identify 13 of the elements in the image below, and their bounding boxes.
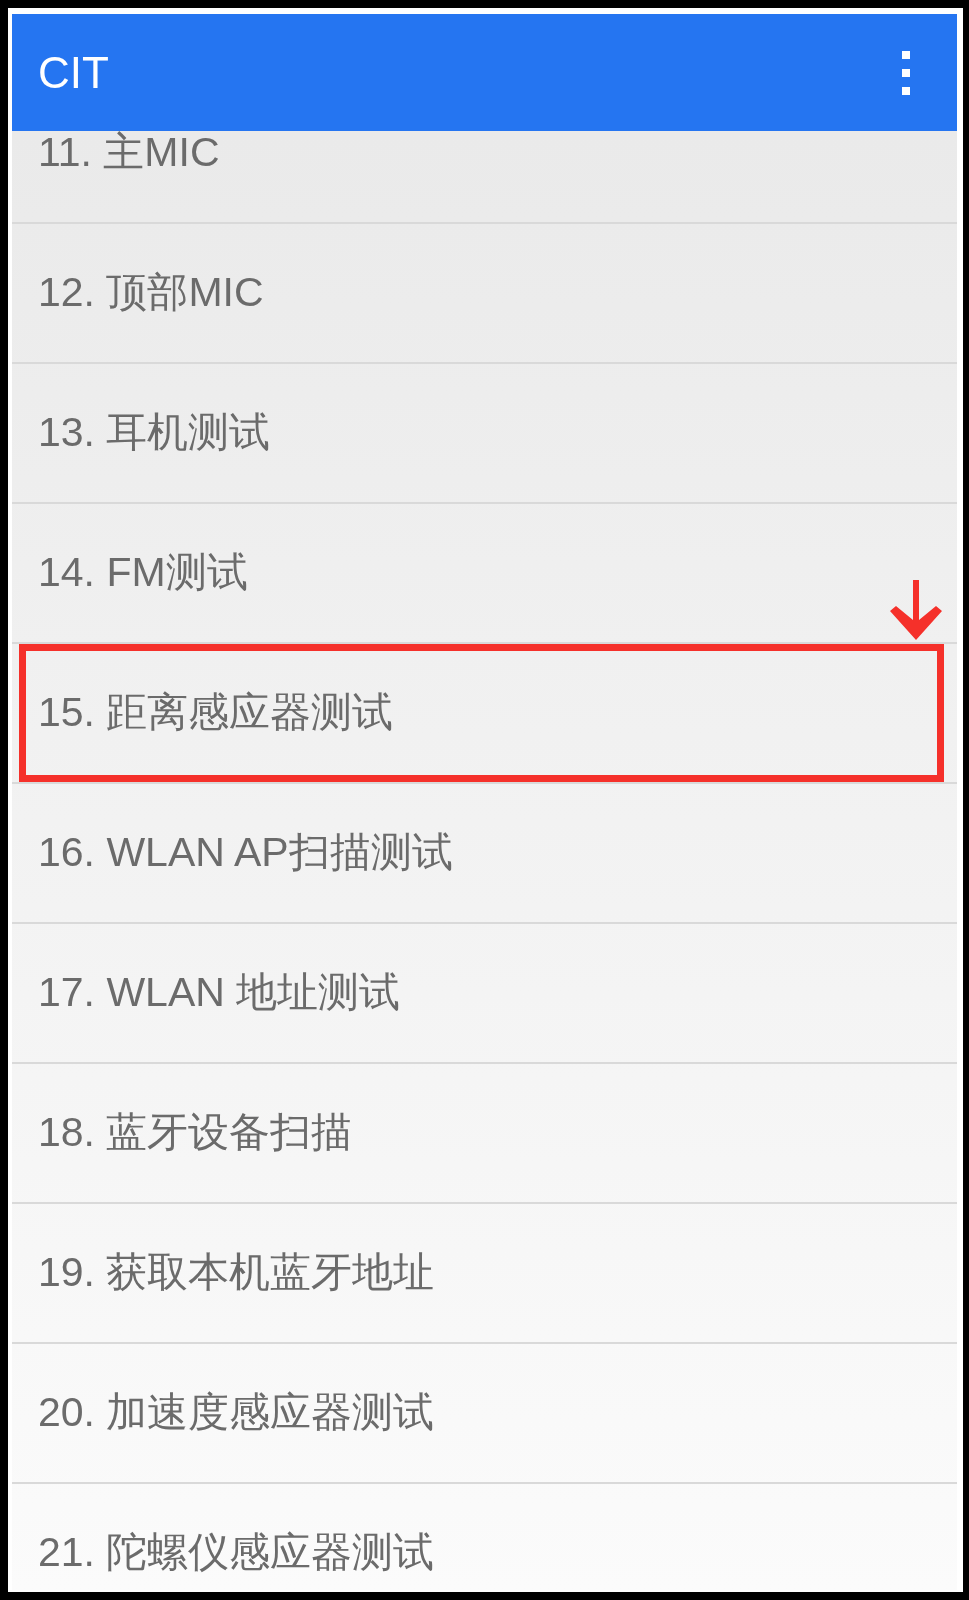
more-options-icon[interactable] [901,50,911,95]
list-item[interactable]: 16. WLAN AP扫描测试 [12,784,957,924]
list-item[interactable]: 21. 陀螺仪感应器测试 [12,1484,957,1590]
list-item[interactable]: 13. 耳机测试 [12,364,957,504]
list-item[interactable]: 11. 主MIC [12,131,957,224]
list-item[interactable]: 15. 距离感应器测试 [12,644,957,784]
down-arrow-icon [890,580,942,640]
list-item[interactable]: 18. 蓝牙设备扫描 [12,1064,957,1204]
list-item[interactable]: 12. 顶部MIC [12,224,957,364]
list-item[interactable]: 17. WLAN 地址测试 [12,924,957,1064]
app-title: CIT [38,50,109,95]
list-item[interactable]: 20. 加速度感应器测试 [12,1344,957,1484]
list-item[interactable]: 19. 获取本机蓝牙地址 [12,1204,957,1344]
